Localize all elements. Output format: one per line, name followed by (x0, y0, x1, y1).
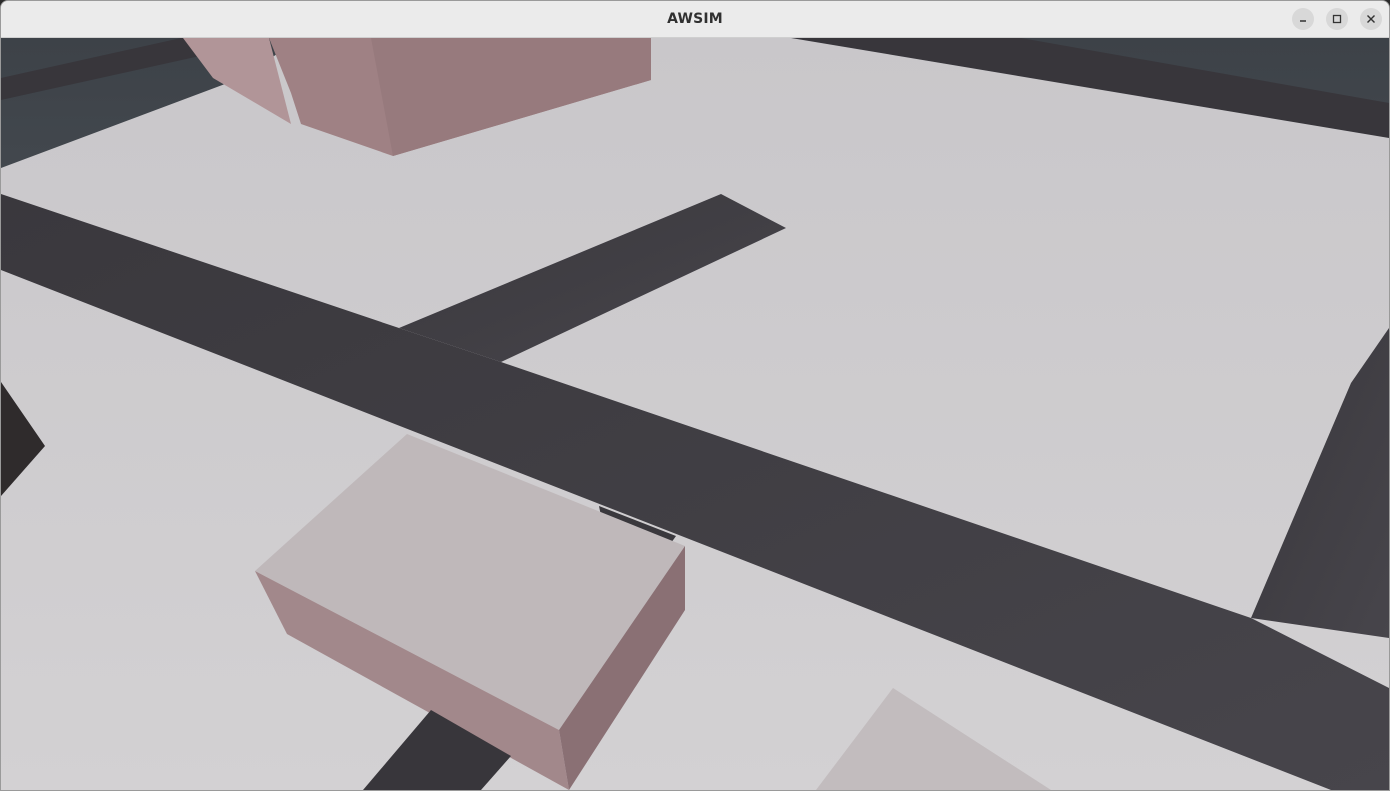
window-title: AWSIM (667, 11, 723, 27)
simulation-viewport[interactable] (1, 38, 1389, 790)
title-bar[interactable]: AWSIM (1, 1, 1389, 38)
close-button[interactable] (1360, 8, 1382, 30)
app-window: AWSIM (0, 0, 1390, 791)
close-icon (1367, 15, 1375, 23)
maximize-icon (1332, 14, 1342, 24)
maximize-button[interactable] (1326, 8, 1348, 30)
3d-scene (1, 38, 1389, 790)
minimize-button[interactable] (1292, 8, 1314, 30)
minimize-icon (1300, 20, 1306, 22)
